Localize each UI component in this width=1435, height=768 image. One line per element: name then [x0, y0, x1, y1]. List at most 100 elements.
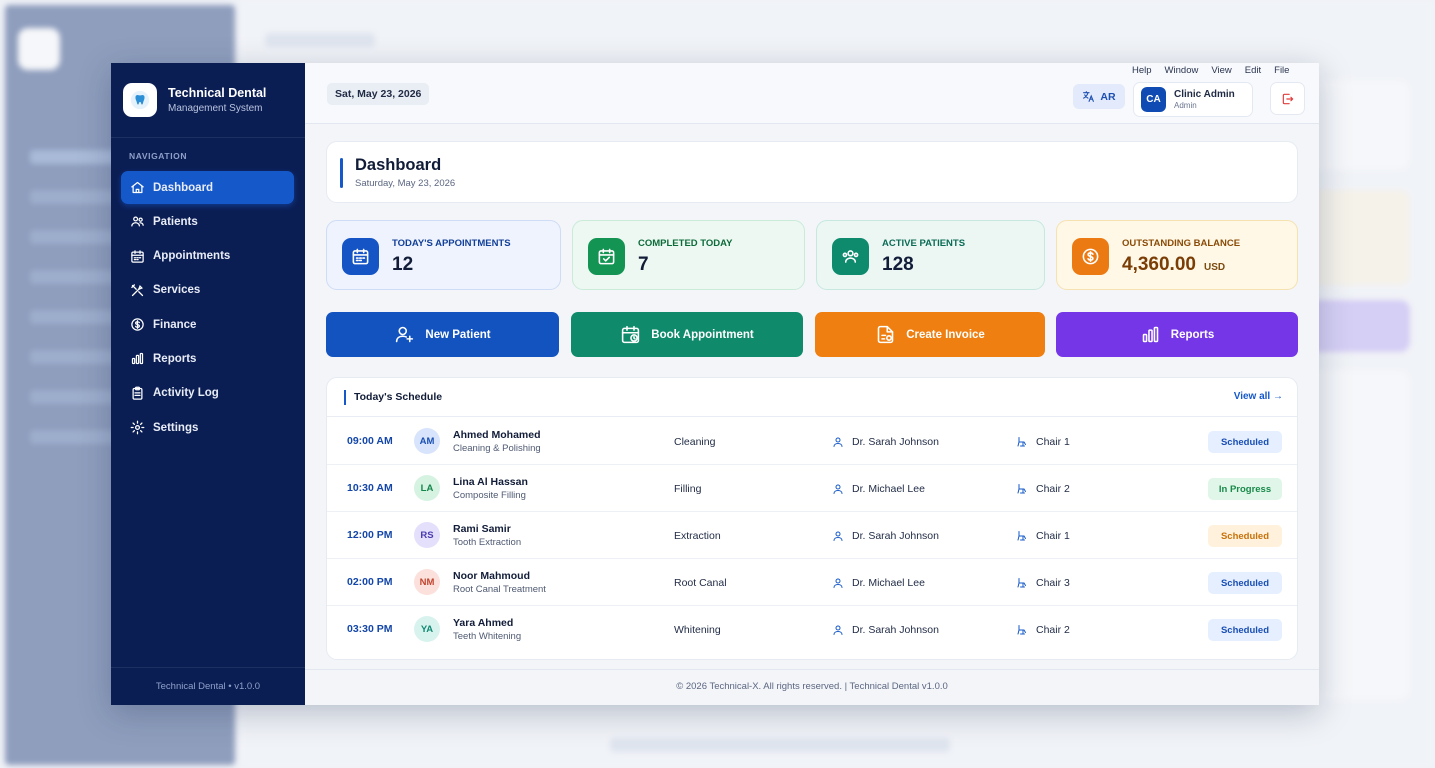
dollar-icon [131, 318, 144, 331]
stat-card-balance: OUTSTANDING BALANCE 4,360.00 USD [1056, 220, 1298, 290]
bar-chart-icon [1142, 326, 1159, 343]
new-patient-button[interactable]: New Patient [326, 312, 559, 357]
stat-card-appointments: TODAY'S APPOINTMENTS 12 [326, 220, 561, 290]
menu-help[interactable]: Help [1132, 65, 1152, 76]
chair: Chair 2 [1016, 483, 1070, 495]
menu-view[interactable]: View [1211, 65, 1231, 76]
user-menu[interactable]: CA Clinic Admin Admin [1133, 82, 1253, 117]
app-window: Technical Dental Management System NAVIG… [111, 63, 1319, 705]
divider [305, 669, 1319, 670]
chair-icon [1017, 531, 1026, 541]
user-icon [833, 625, 843, 635]
topbar: Sat, May 23, 2026 Help Window View Edit … [305, 63, 1319, 124]
sidebar-item-dashboard[interactable]: Dashboard [121, 171, 294, 204]
status-badge: In Progress [1208, 478, 1282, 500]
appointment-time: 10:30 AM [347, 482, 393, 494]
language-label: AR [1100, 90, 1116, 103]
chair: Chair 1 [1016, 436, 1070, 448]
currency-unit: USD [1203, 262, 1226, 273]
nav-list: Dashboard Patients Appointments Services… [121, 171, 294, 445]
sidebar-item-services[interactable]: Services [121, 274, 294, 307]
stat-card-completed: COMPLETED TODAY 7 [572, 220, 805, 290]
service: Root Canal [674, 577, 727, 589]
sidebar-item-label: Appointments [153, 250, 231, 263]
menu-file[interactable]: File [1274, 65, 1289, 76]
status-badge: Scheduled [1208, 572, 1282, 594]
appointment-time: 09:00 AM [347, 435, 393, 447]
balance-amount: 4,360.00 [1122, 254, 1196, 275]
status-badge: Scheduled [1208, 619, 1282, 641]
chair-icon [1017, 437, 1026, 447]
sidebar-item-settings[interactable]: Settings [121, 411, 294, 444]
chair-icon [1017, 625, 1026, 635]
avatar: NM [414, 569, 440, 595]
avatar: AM [414, 428, 440, 454]
create-invoice-button[interactable]: Create Invoice [815, 312, 1045, 357]
avatar: CA [1141, 87, 1166, 112]
user-icon [833, 484, 843, 494]
accent-bar [344, 390, 346, 405]
user-name: Clinic Admin [1174, 89, 1235, 100]
sidebar-item-finance[interactable]: Finance [121, 308, 294, 341]
page-header: Dashboard Saturday, May 23, 2026 [326, 141, 1298, 203]
page-title: Dashboard [355, 156, 442, 174]
book-appointment-button[interactable]: Book Appointment [571, 312, 803, 357]
status-badge: Scheduled [1208, 431, 1282, 453]
chair-label: Chair 1 [1036, 436, 1070, 448]
user-icon [833, 578, 843, 588]
button-label: Create Invoice [906, 328, 985, 341]
stat-card-patients: ACTIVE PATIENTS 128 [816, 220, 1045, 290]
table-row[interactable]: 03:30 PM YA Yara Ahmed Teeth Whitening W… [327, 606, 1297, 653]
calendar-check-icon [588, 238, 625, 275]
sidebar-item-appointments[interactable]: Appointments [121, 240, 294, 273]
table-row[interactable]: 02:00 PM NM Noor Mahmoud Root Canal Trea… [327, 559, 1297, 606]
appointment-time: 12:00 PM [347, 529, 393, 541]
button-label: Book Appointment [651, 328, 754, 341]
table-row[interactable]: 10:30 AM LA Lina Al Hassan Composite Fil… [327, 465, 1297, 512]
doctor-name: Dr. Sarah Johnson [852, 436, 939, 448]
gear-icon [130, 420, 145, 435]
date-display: Sat, May 23, 2026 [327, 83, 430, 105]
user-plus-icon [396, 326, 414, 343]
clipboard-icon [132, 386, 143, 400]
sidebar-item-label: Settings [153, 421, 199, 434]
chair-icon [1017, 484, 1026, 494]
calendar-icon [342, 238, 379, 275]
tools-icon [131, 284, 144, 297]
language-toggle-button[interactable]: AR [1073, 84, 1125, 109]
bar-chart-icon [131, 353, 144, 365]
schedule-header: Today's Schedule View all → [327, 378, 1297, 417]
translate-icon [1083, 91, 1095, 102]
view-all-link[interactable]: View all → [1234, 391, 1283, 402]
sidebar: Technical Dental Management System NAVIG… [111, 63, 305, 705]
doctor-name: Dr. Sarah Johnson [852, 624, 939, 636]
chair: Chair 3 [1016, 577, 1070, 589]
doctor-name: Dr. Sarah Johnson [852, 530, 939, 542]
table-row[interactable]: 09:00 AM AM Ahmed Mohamed Cleaning & Pol… [327, 418, 1297, 465]
table-row[interactable]: 12:00 PM RS Rami Samir Tooth Extraction … [327, 512, 1297, 559]
sidebar-item-reports[interactable]: Reports [121, 342, 294, 375]
version-label: Technical Dental • v1.0.0 [155, 681, 261, 692]
appointment-time: 03:30 PM [347, 623, 393, 635]
main-content: Sat, May 23, 2026 Help Window View Edit … [305, 63, 1319, 705]
logout-button[interactable] [1270, 82, 1305, 115]
status-badge: Scheduled [1208, 525, 1282, 547]
doctor: Dr. Sarah Johnson [832, 436, 939, 448]
menu-edit[interactable]: Edit [1245, 65, 1261, 76]
avatar: LA [414, 475, 440, 501]
users-icon [832, 238, 869, 275]
users-icon [131, 216, 144, 227]
sidebar-item-activity-log[interactable]: Activity Log [121, 377, 294, 410]
stat-value: 12 [392, 254, 414, 275]
brand-title: Technical Dental [168, 86, 267, 100]
menu-window[interactable]: Window [1165, 65, 1199, 76]
divider [111, 667, 305, 668]
reports-button[interactable]: Reports [1056, 312, 1298, 357]
home-icon [131, 181, 144, 194]
appointment-time: 02:00 PM [347, 576, 393, 588]
sidebar-item-label: Reports [153, 352, 197, 365]
doctor-name: Dr. Michael Lee [852, 577, 925, 589]
patient-name: Lina Al Hassan [453, 476, 528, 488]
sidebar-item-patients[interactable]: Patients [121, 205, 294, 238]
procedure: Teeth Whitening [453, 631, 522, 642]
